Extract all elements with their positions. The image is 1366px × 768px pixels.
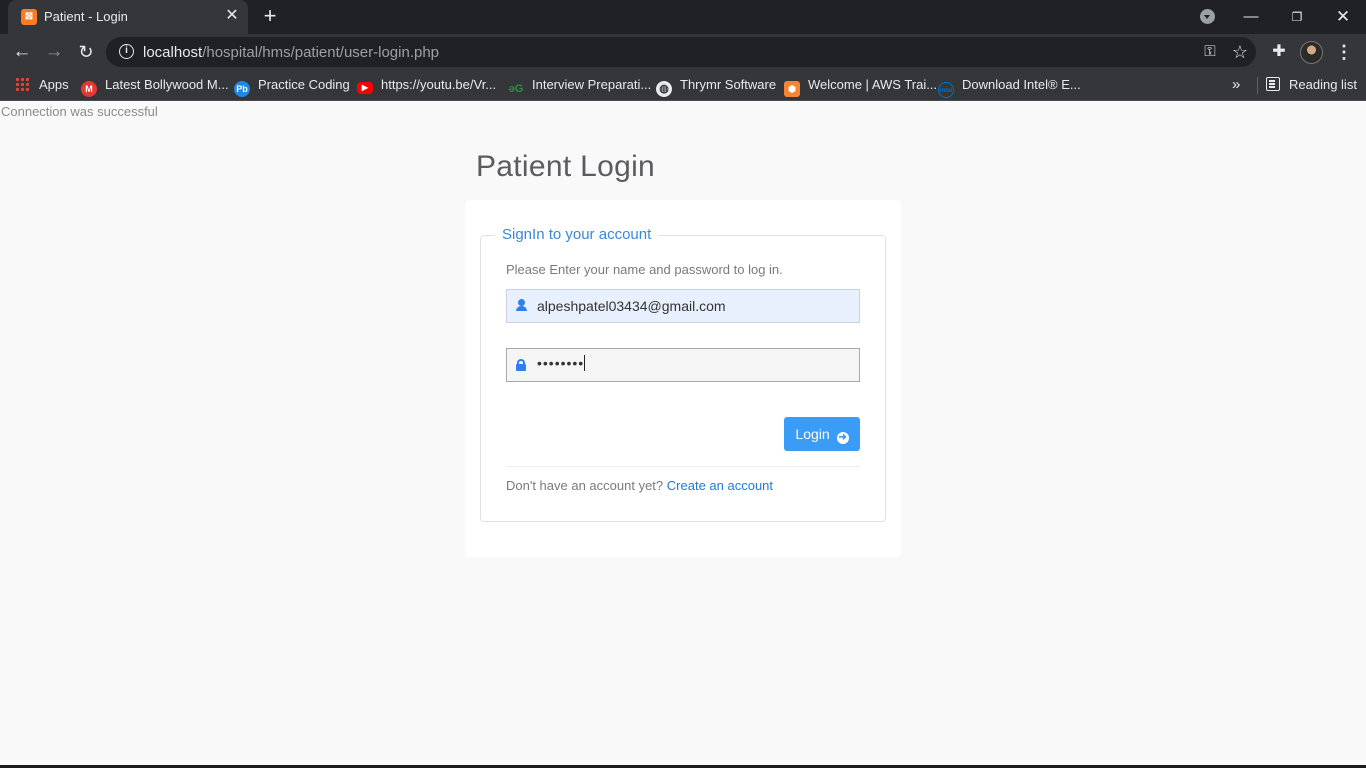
bookmark-aws[interactable]: ⬢ Welcome | AWS Trai...: [784, 76, 937, 97]
back-arrow-icon[interactable]: ←: [8, 38, 36, 66]
tab-title: Patient - Login: [44, 9, 128, 24]
reload-icon[interactable]: ↻: [72, 38, 100, 66]
lock-icon: [515, 357, 529, 373]
login-button[interactable]: Login ➜: [784, 417, 860, 451]
xampp-favicon-icon: ⊠: [21, 9, 37, 25]
site-info-icon[interactable]: i: [119, 44, 134, 59]
arrow-circle-right-icon: ➜: [836, 432, 849, 444]
profile-avatar[interactable]: [1300, 41, 1323, 64]
text-caret: [584, 355, 586, 371]
forward-arrow-icon[interactable]: →: [40, 38, 68, 66]
m-red-icon: M: [81, 81, 97, 97]
bookmark-thrymr[interactable]: ◍ Thrymr Software: [656, 76, 776, 97]
tab-close-icon[interactable]: ✕: [222, 6, 242, 26]
reading-list-icon: [1266, 77, 1280, 91]
page-title: Patient Login: [476, 150, 656, 183]
login-instructions: Please Enter your name and password to l…: [506, 262, 783, 277]
email-value: alpeshpatel03434@gmail.com: [537, 298, 726, 314]
browser-tab[interactable]: ⊠ Patient - Login ✕: [8, 0, 248, 34]
pb-icon: Pb: [234, 81, 250, 97]
connection-status-text: Connection was successful: [1, 104, 158, 119]
browser-toolbar: ← → ↻ i localhost/hospital/hms/patient/u…: [0, 34, 1366, 69]
extensions-puzzle-icon[interactable]: ✚: [1268, 41, 1290, 63]
reading-list-button[interactable]: Reading list: [1266, 76, 1357, 94]
form-divider: [506, 466, 860, 467]
aws-icon: ⬢: [784, 81, 800, 97]
fieldset-legend: SignIn to your account: [495, 226, 659, 243]
globe-icon: ◍: [656, 81, 672, 97]
kebab-menu-icon[interactable]: ⋮: [1334, 40, 1354, 64]
bookmark-interview-prep[interactable]: ǝG Interview Preparati...: [508, 76, 652, 95]
maximize-icon[interactable]: ❐: [1284, 4, 1310, 30]
youtube-icon: ▶: [357, 82, 373, 94]
password-value: ••••••••: [537, 355, 586, 371]
bookmarks-overflow-icon[interactable]: »: [1232, 76, 1240, 94]
minimize-icon[interactable]: —: [1238, 4, 1264, 30]
window-close-icon[interactable]: ✕: [1330, 4, 1356, 30]
password-input[interactable]: ••••••••: [506, 348, 860, 382]
bookmark-bollywood[interactable]: M Latest Bollywood M...: [81, 76, 229, 97]
new-tab-button[interactable]: +: [258, 5, 282, 29]
url-text[interactable]: localhost/hospital/hms/patient/user-logi…: [143, 44, 439, 61]
address-bar[interactable]: i localhost/hospital/hms/patient/user-lo…: [106, 37, 1256, 67]
login-fieldset: SignIn to your account Please Enter your…: [480, 226, 886, 522]
bookmark-apps[interactable]: Apps: [15, 76, 69, 94]
apps-grid-icon: [15, 77, 29, 91]
bookmark-youtube[interactable]: ▶ https://youtu.be/Vr...: [357, 76, 496, 94]
bookmark-intel[interactable]: intel Download Intel® E...: [938, 76, 1081, 98]
user-icon: [515, 298, 529, 314]
bookmarks-divider: [1257, 77, 1258, 94]
gfg-icon: ǝG: [508, 83, 524, 95]
tab-strip: ⊠ Patient - Login ✕ + — ❐ ✕: [0, 0, 1366, 34]
intel-icon: intel: [938, 82, 954, 98]
create-account-link[interactable]: Create an account: [667, 478, 773, 493]
bookmark-star-icon[interactable]: ☆: [1229, 41, 1251, 63]
signup-prompt: Don't have an account yet? Create an acc…: [506, 478, 774, 493]
tab-search-icon[interactable]: [1194, 4, 1220, 30]
password-key-icon[interactable]: ⚿: [1199, 41, 1221, 63]
login-card: SignIn to your account Please Enter your…: [465, 200, 901, 557]
bookmark-practice-coding[interactable]: Pb Practice Coding: [234, 76, 350, 97]
bookmarks-bar: Apps M Latest Bollywood M... Pb Practice C…: [0, 69, 1366, 101]
email-input[interactable]: alpeshpatel03434@gmail.com: [506, 289, 860, 323]
